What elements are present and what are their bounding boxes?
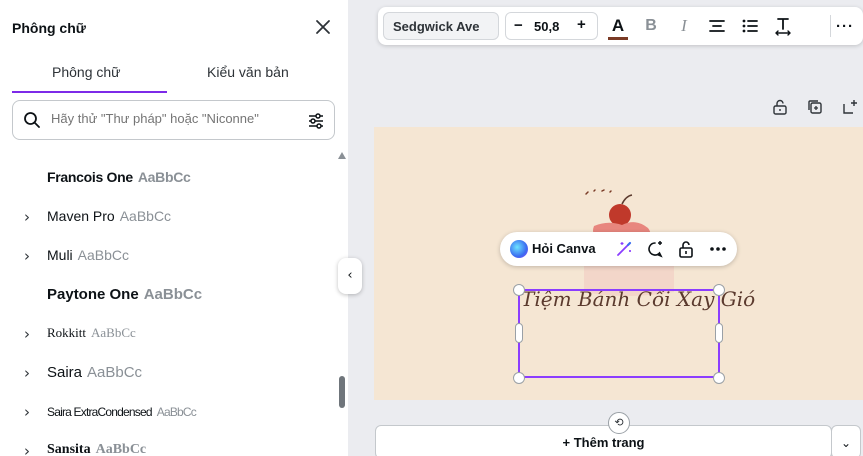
filter-sliders-icon[interactable] — [306, 111, 326, 131]
tab-text-styles[interactable]: Kiểu văn bản — [207, 64, 289, 80]
font-size-value[interactable]: 50,8 — [534, 19, 559, 34]
decrease-size-button[interactable]: − — [514, 17, 523, 34]
font-sample: AaBbCc — [77, 247, 130, 263]
search-icon — [24, 112, 40, 128]
italic-icon: I — [681, 16, 687, 35]
tab-fonts[interactable]: Phông chữ — [52, 64, 121, 80]
text-color-swatch — [608, 37, 628, 40]
chevron-right-icon[interactable]: › — [24, 325, 30, 343]
font-sample: AaBbCc — [143, 286, 203, 303]
bold-button[interactable]: B — [640, 15, 662, 37]
font-item-maven-pro[interactable]: › Maven Pro AaBbCc — [0, 197, 340, 237]
panel-title: Phông chữ — [12, 20, 86, 36]
font-name: Saira ExtraCondensed — [47, 405, 153, 419]
collapse-panel-button[interactable]: ‹ — [338, 258, 362, 294]
chevron-right-icon[interactable]: › — [24, 364, 30, 382]
resize-handle-left[interactable] — [515, 323, 523, 343]
add-page-options-button[interactable]: ⌄ — [831, 425, 861, 456]
font-sample: AaBbCc — [119, 208, 172, 224]
font-name: Rokkitt — [47, 325, 87, 340]
font-name: Francois One — [47, 169, 133, 185]
italic-button[interactable]: I — [673, 15, 695, 37]
active-tab-indicator — [12, 91, 167, 93]
resize-handle-right[interactable] — [715, 323, 723, 343]
chevron-right-icon[interactable]: › — [24, 403, 30, 421]
font-item-saira-extracondensed[interactable]: › Saira ExtraCondensed AaBbCc — [0, 392, 340, 432]
chevron-down-icon: ⌄ — [840, 436, 852, 450]
chevron-right-icon[interactable]: › — [24, 208, 30, 226]
font-sample: AaBbCc — [156, 405, 197, 419]
bold-icon: B — [645, 17, 657, 34]
more-dots-icon[interactable] — [708, 239, 728, 259]
bullet-list-icon[interactable] — [739, 15, 761, 37]
chevron-right-icon[interactable]: › — [24, 247, 30, 265]
font-name: Muli — [47, 247, 73, 263]
font-search-box[interactable] — [12, 100, 335, 140]
rotate-handle-icon[interactable]: ⟲ — [608, 412, 630, 434]
font-name: Saira — [47, 364, 83, 381]
font-name: Maven Pro — [47, 208, 115, 224]
font-sample: AaBbCc — [137, 169, 191, 185]
more-dots-icon: ··· — [836, 17, 854, 35]
chevron-right-icon[interactable]: › — [24, 442, 30, 456]
magic-write-icon[interactable] — [614, 239, 634, 259]
add-page-icon[interactable] — [841, 98, 859, 116]
font-item-sansita[interactable]: › Sansita AaBbCc — [0, 431, 340, 456]
scrollbar-thumb[interactable] — [339, 376, 345, 408]
resize-handle-top-right[interactable] — [713, 284, 725, 296]
more-options-button[interactable]: ··· — [834, 15, 856, 37]
resize-handle-bottom-right[interactable] — [713, 372, 725, 384]
lock-page-icon[interactable] — [771, 98, 789, 116]
search-input[interactable] — [51, 111, 299, 126]
toolbar-divider — [830, 15, 831, 37]
ask-canva-bar: Hỏi Canva — [500, 232, 737, 266]
lock-icon[interactable] — [676, 239, 696, 259]
text-toolbar: Sedgwick Ave − 50,8 + A B I ··· — [378, 7, 863, 45]
font-sample: AaBbCc — [95, 442, 147, 456]
font-sample: AaBbCc — [91, 325, 136, 340]
font-item-rokkitt[interactable]: › Rokkitt AaBbCc — [0, 314, 340, 354]
align-center-icon[interactable] — [706, 15, 728, 37]
chevron-left-icon: ‹ — [347, 268, 353, 283]
font-list: Francois One AaBbCc › Maven Pro AaBbCc › M… — [0, 156, 340, 456]
text-selection-box[interactable] — [518, 289, 720, 378]
resize-handle-top-left[interactable] — [513, 284, 525, 296]
increase-size-button[interactable]: + — [577, 16, 586, 33]
text-color-button[interactable]: A — [607, 15, 629, 37]
close-icon[interactable] — [313, 17, 333, 37]
resize-handle-bottom-left[interactable] — [513, 372, 525, 384]
font-name: Sansita — [47, 442, 91, 456]
font-item-paytone-one[interactable]: Paytone One AaBbCc — [0, 275, 340, 315]
canva-assistant-icon — [510, 240, 528, 258]
duplicate-page-icon[interactable] — [806, 98, 824, 116]
ask-canva-button[interactable]: Hỏi Canva — [532, 241, 596, 256]
font-panel: Phông chữ Phông chữ Kiểu văn bản Francoi… — [0, 0, 348, 456]
font-name: Paytone One — [47, 286, 139, 303]
add-page-button[interactable]: + Thêm trang — [375, 425, 832, 456]
text-color-icon: A — [611, 16, 625, 35]
font-size-stepper: − 50,8 + — [505, 12, 598, 40]
font-family-dropdown[interactable]: Sedgwick Ave — [383, 12, 499, 40]
font-item-francois-one[interactable]: Francois One AaBbCc — [0, 158, 340, 198]
letter-spacing-icon[interactable] — [772, 15, 794, 37]
add-comment-icon[interactable] — [645, 239, 665, 259]
font-item-muli[interactable]: › Muli AaBbCc — [0, 236, 340, 276]
font-item-saira[interactable]: › Saira AaBbCc — [0, 353, 340, 393]
font-sample: AaBbCc — [87, 364, 143, 381]
scroll-up-arrow-icon[interactable] — [338, 152, 346, 159]
